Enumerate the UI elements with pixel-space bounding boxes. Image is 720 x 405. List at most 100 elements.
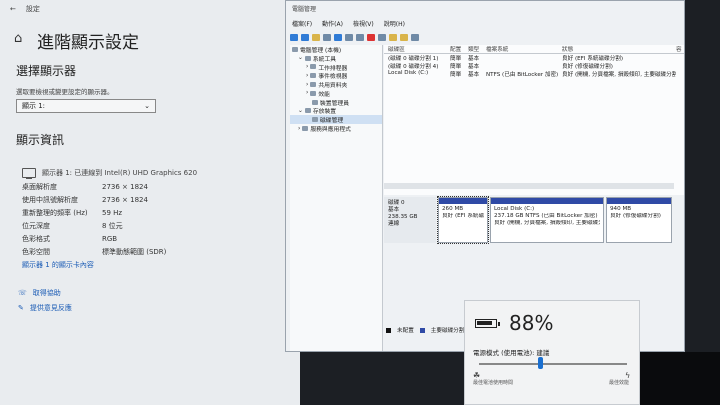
info-row: 色彩空間 標準動態範圍 (SDR) [22,247,166,260]
device-manager-icon [312,99,318,105]
get-help-link[interactable]: ☏ 取得協助 [18,288,61,298]
tools-icon [304,55,311,61]
info-value: 2736 × 1824 [102,196,148,204]
menu-action[interactable]: 動作(A) [322,19,343,28]
partition-c[interactable]: Local Disk (C:) 237.18 GB NTFS (已由 BitLo… [490,197,604,243]
volume-row[interactable]: (磁碟 0 磁碟分割 4) 簡單 基本 良好 (修復磁碟分割) [384,62,684,70]
volume-status: 良好 (開機, 分頁檔案, 損毀傾印, 主要磁碟分割) [562,72,676,78]
console-icon[interactable] [345,34,353,41]
chevron-right-icon: › [306,72,309,79]
battery-flyout: 88% 電源模式 (使用電池): 建議 ☘ ϟ 最佳電池使用時間 最佳效能 [464,300,640,405]
power-mode-slider[interactable] [479,363,627,365]
volume-type: 基本 [468,64,480,70]
info-label: 重新整理的頻率 (Hz) [22,209,88,217]
feedback-icon: ✎ [18,304,24,312]
menu-help[interactable]: 說明(H) [384,19,405,28]
list-icon[interactable] [411,34,419,41]
help-icon: ☏ [18,289,27,297]
disk-size: 238.35 GB [388,214,418,220]
tree-item[interactable]: › 服務與應用程式 [290,124,382,134]
partition-label: Local Disk (C:) [494,206,535,212]
tree-item[interactable]: ⌄ 系統工具 [290,54,382,63]
tree-label: 系統工具 [312,56,337,63]
chevron-down-icon: ⌄ [144,102,150,110]
info-row: 位元深度 8 位元 [22,221,166,234]
partition-text: Local Disk (C:) 237.18 GB NTFS (已由 BitLo… [491,204,603,229]
partition-efi[interactable]: 260 MB 良好 (EFI 系統磁碟分割) [437,196,489,244]
slider-thumb[interactable] [537,357,543,369]
page-title: 進階顯示設定 [37,33,139,53]
menu-view[interactable]: 檢視(V) [353,19,374,28]
info-label: 桌面解析度 [22,183,57,191]
check-icon[interactable] [378,34,386,41]
tree-label: 磁碟管理 [320,118,344,125]
disk-type: 基本 [388,207,400,213]
tree-item[interactable]: › 工作排程器 [290,63,382,72]
delete-icon[interactable] [367,34,375,41]
chevron-down-icon: ⌄ [298,55,303,62]
volume-name: Local Disk (C:) [388,70,429,76]
back-icon[interactable] [290,34,298,41]
volume-name: (磁碟 0 磁碟分割 1) [388,56,439,62]
tree-item[interactable]: 裝置管理員 [290,98,382,107]
back-arrow-icon[interactable]: ← [10,5,16,13]
select-display-heading: 選擇顯示器 [16,64,77,78]
give-feedback-label: 提供意見反應 [29,304,72,312]
give-feedback-link[interactable]: ✎ 提供意見反應 [18,303,72,313]
tree-item[interactable]: › 效能 [290,89,382,98]
volume-status: 良好 (修復磁碟分割) [562,64,613,70]
mmc-toolbar [290,32,419,43]
menu-file[interactable]: 檔案(F) [292,19,312,28]
computer-icon [292,46,298,52]
power-mode-label: 電源模式 (使用電池): 建議 [473,349,550,357]
partition-size: 260 MB [442,206,464,212]
disk-state: 連線 [388,221,400,227]
partition-text: 940 MB 良好 (修復磁碟分割) [607,204,671,222]
home-icon[interactable]: ⌂ [14,31,22,46]
tree-item[interactable]: 電腦管理 (本機) [290,45,382,54]
display-dropdown-value: 顯示 1: [22,102,46,110]
column-header[interactable]: 容 [676,45,684,53]
display-dropdown[interactable]: 顯示 1: ⌄ [16,99,156,113]
tree-item[interactable]: › 事件檢視器 [290,71,382,81]
monitor-icon [22,168,36,179]
info-value: 59 Hz [102,209,123,217]
tree-item[interactable]: › 共用資料夾 [290,80,382,90]
select-display-hint: 選取要檢視或變更設定的顯示器。 [16,88,114,96]
view-icon[interactable] [356,34,364,41]
volume-row[interactable]: (磁碟 0 磁碟分割 1) 簡單 基本 良好 (EFI 系統磁碟分割) [384,54,684,62]
info-value: RGB [102,235,118,243]
search-icon[interactable] [400,34,408,41]
info-value: 2736 × 1824 [102,183,148,191]
legend-label: 主要磁碟分割 [430,328,465,334]
display-name-row: 顯示器 1: 已連線到 Intel(R) UHD Graphics 620 [22,168,197,179]
tree-label: 電腦管理 (本機) [300,47,342,54]
properties-icon[interactable] [323,34,331,41]
column-header[interactable]: 配置 [450,45,468,53]
volume-type: 基本 [468,72,480,78]
folder-icon[interactable] [312,34,320,41]
disk-label[interactable]: 磁碟 0 基本 238.35 GB 連線 [384,197,436,243]
column-header[interactable]: 類型 [468,45,486,53]
column-header[interactable]: 狀態 [562,45,676,53]
info-label: 色彩空間 [22,248,50,256]
column-header[interactable]: 磁碟區 [384,45,450,53]
tree-label: 服務與應用程式 [310,127,351,134]
column-header[interactable]: 檔案系統 [486,45,562,53]
tree-item[interactable]: ⌄ 存放裝置 [290,107,382,116]
chevron-right-icon: › [306,63,309,70]
tree-label: 存放裝置 [312,109,337,116]
open-icon[interactable] [389,34,397,41]
disk-management-icon [312,117,318,123]
volume-row[interactable]: Local Disk (C:) 簡單 基本 NTFS (已由 BitLocker… [384,70,684,78]
battery-icon [475,319,500,328]
disk-map: 磁碟 0 基本 238.35 GB 連線 260 MB 良好 (EFI 系統磁碟… [384,196,684,244]
forward-icon[interactable] [301,34,309,41]
tree-item-selected[interactable]: 磁碟管理 [290,115,382,124]
adapter-properties-link[interactable]: 顯示器 1 的顯示卡內容 [22,260,94,270]
partition-recovery[interactable]: 940 MB 良好 (修復磁碟分割) [606,197,672,243]
horizontal-scrollbar[interactable] [384,183,674,189]
shared-folders-icon [310,82,317,88]
console-tree: 電腦管理 (本機) ⌄ 系統工具 › 工作排程器 › 事件檢視器 › 共用資料夾 › 效能… [290,45,383,351]
help-icon[interactable] [334,34,342,41]
